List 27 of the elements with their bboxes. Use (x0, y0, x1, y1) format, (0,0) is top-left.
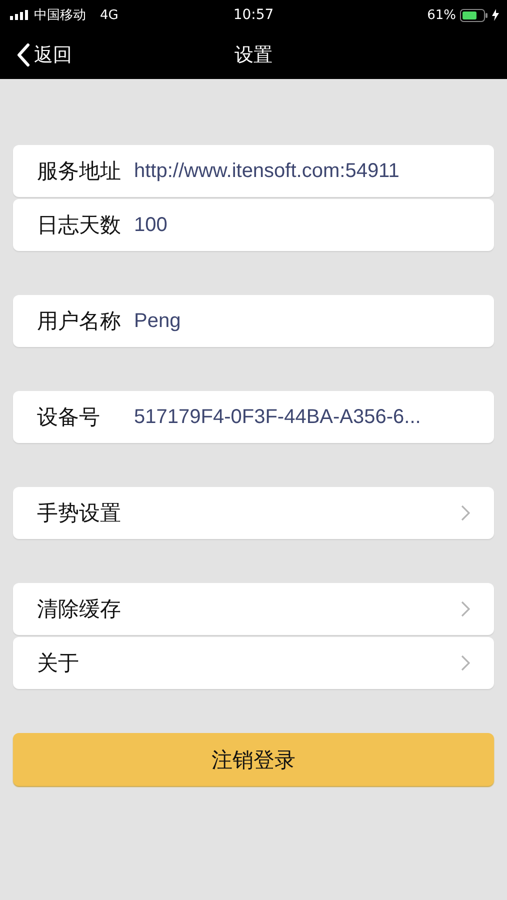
row-label: 关于 (37, 650, 80, 677)
chevron-right-icon (461, 655, 470, 671)
carrier-name: 中国移动 (34, 7, 86, 24)
settings-link-row[interactable]: 关于 (13, 637, 494, 689)
row-value: Peng (134, 310, 181, 332)
back-button[interactable]: 返回 (0, 42, 72, 68)
row-label: 服务地址 (37, 158, 122, 185)
row-value: http://www.itensoft.com:54911 (134, 160, 400, 182)
row-label: 设备号 (37, 404, 101, 431)
settings-link-row[interactable]: 清除缓存 (13, 583, 494, 635)
row-label: 用户名称 (37, 308, 122, 335)
signal-icon (10, 10, 30, 20)
network-type: 4G (100, 8, 118, 22)
logout-button[interactable]: 注销登录 (13, 733, 494, 786)
chevron-right-icon (461, 601, 470, 617)
row-value: 100 (134, 214, 168, 236)
battery-icon (460, 8, 488, 22)
settings-link-row[interactable]: 手势设置 (13, 487, 494, 539)
row-label: 日志天数 (37, 212, 122, 239)
page-title: 设置 (234, 42, 272, 68)
battery-percent: 61% (427, 8, 456, 22)
chevron-right-icon (461, 505, 470, 521)
row-value: 517179F4-0F3F-44BA-A356-6... (134, 406, 421, 428)
row-label: 手势设置 (37, 500, 122, 527)
back-chevron-icon (16, 42, 30, 66)
status-time: 10:57 (233, 7, 274, 23)
row-label: 清除缓存 (37, 596, 122, 623)
